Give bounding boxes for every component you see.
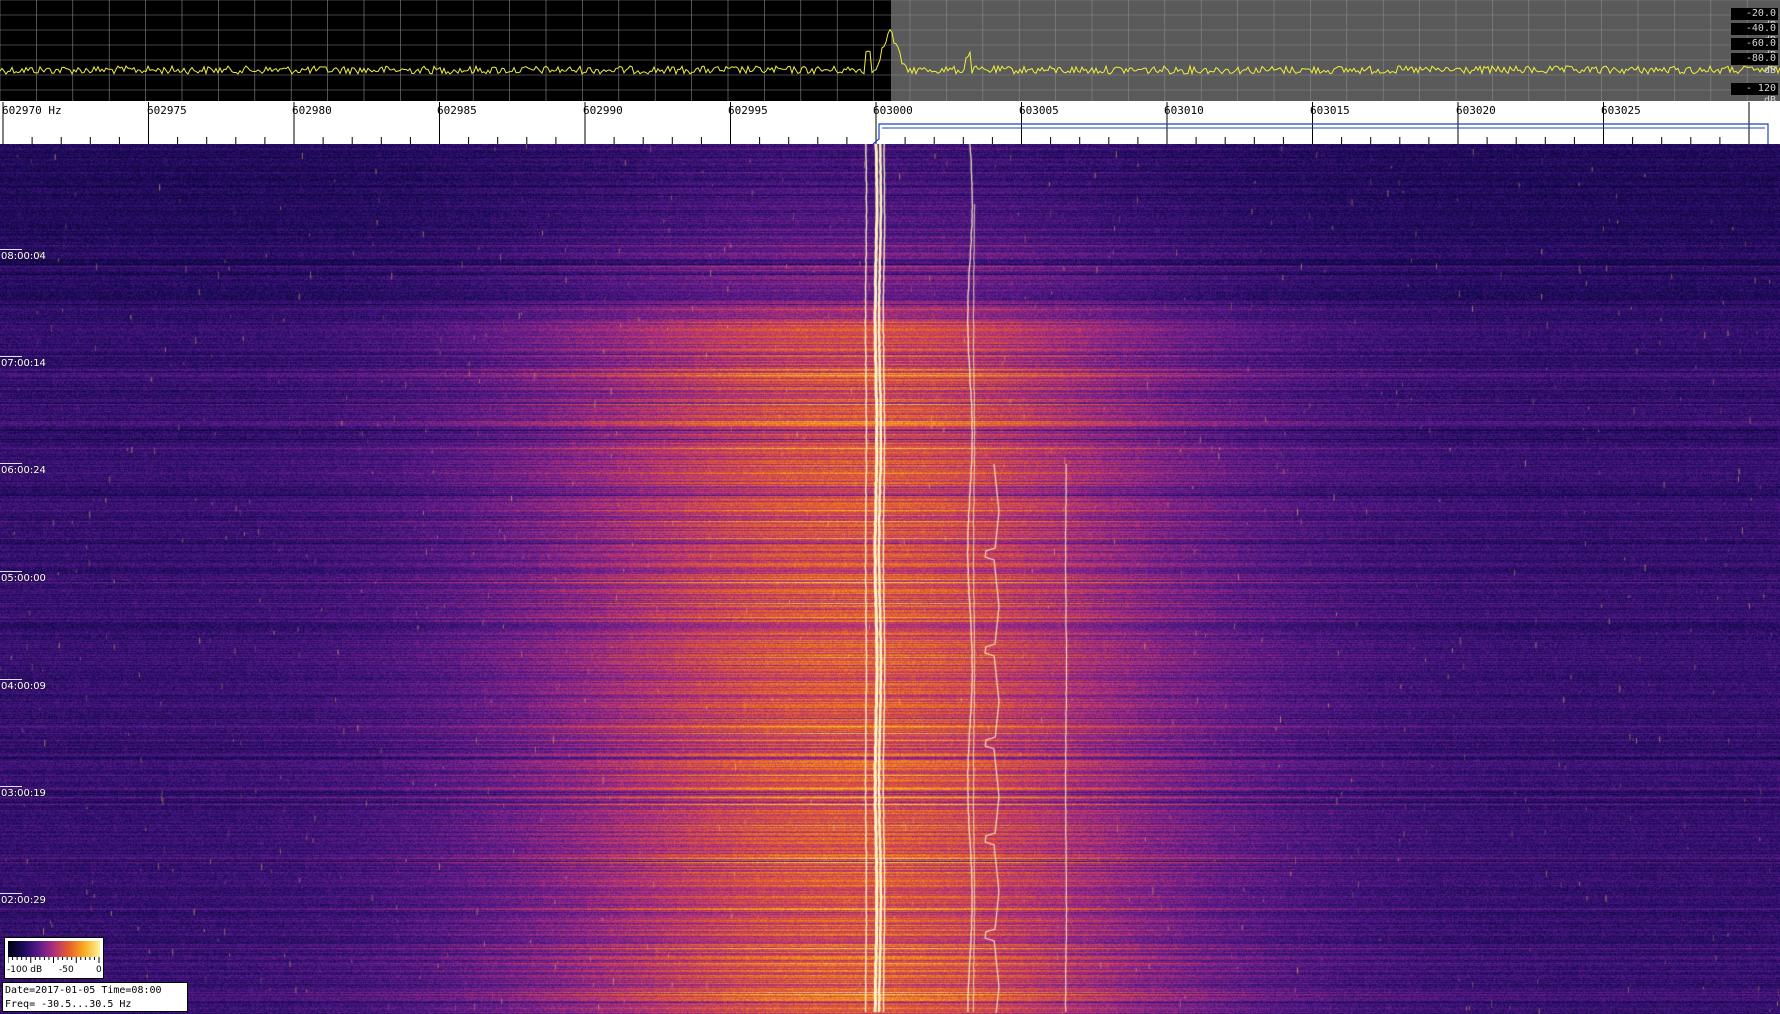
colorbar-min-label: -100 dB [7,965,43,975]
colorbar-mid-label: -50 [59,965,74,975]
frequency-label: 602975 [147,104,187,117]
time-label: 05:00:00 [1,573,46,584]
colorbar-ticks [8,957,100,963]
db-scale-label: -60.0 dB [1731,38,1778,61]
db-scale-label: -40.0 dB [1731,23,1778,46]
frequency-label: 602970 Hz [2,104,62,117]
time-tick [0,463,22,464]
time-label: 08:00:04 [1,251,46,262]
bandwidth-marker [872,123,1769,144]
frequency-axis[interactable]: 602970 Hz 602975 602980 602985 602990 60… [0,101,1780,144]
colorbar-gradient [8,941,100,957]
time-tick [0,893,22,894]
time-tick [0,356,22,357]
time-tick [0,786,22,787]
frequency-label: 603010 [1164,104,1204,117]
colorbar-max-label: 0 [96,965,102,975]
waterfall-spectrogram[interactable]: 08:00:04 07:00:14 06:00:24 05:00:00 04:0… [0,144,1780,1014]
spectrum-plot[interactable]: -20.0 dB -40.0 dB -60.0 dB -80.0 dB - 12… [0,0,1780,101]
waterfall-canvas[interactable] [0,144,1780,1014]
frequency-label: 602995 [728,104,768,117]
db-scale-label: -20.0 dB [1731,8,1778,31]
colorbar-legend: -100 dB -50 0 [4,937,104,979]
frequency-range-text: Freq= -30.5...30.5 Hz [5,999,132,1010]
frequency-label: 602980 [292,104,332,117]
frequency-label: 603015 [1310,104,1350,117]
spectrum-canvas[interactable] [0,0,1780,101]
frequency-label: 602990 [583,104,623,117]
frequency-label: 602985 [437,104,477,117]
time-label: 03:00:19 [1,788,46,799]
db-scale-label: - 120 dB [1731,83,1778,101]
frequency-label: 603020 [1456,104,1496,117]
time-label: 02:00:29 [1,895,46,906]
frequency-label: 603000 [873,104,913,117]
capture-info-box: Date=2017-01-05 Time=08:00 Freq= -30.5..… [2,982,188,1012]
frequency-label: 603005 [1019,104,1059,117]
time-tick [0,571,22,572]
db-scale-label: -80.0 dB [1731,53,1778,76]
date-time-text: Date=2017-01-05 Time=08:00 [5,985,162,996]
time-tick [0,679,22,680]
time-label: 04:00:09 [1,681,46,692]
time-tick [0,249,22,250]
time-label: 07:00:14 [1,358,46,369]
frequency-label: 603025 [1601,104,1641,117]
time-label: 06:00:24 [1,465,46,476]
